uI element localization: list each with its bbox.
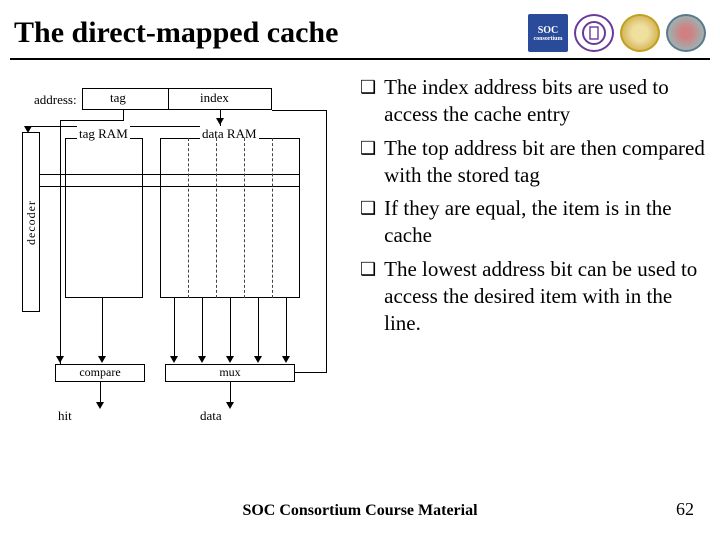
tag-field-label: tag (110, 90, 126, 106)
address-label: address: (34, 92, 77, 108)
tag-ram-block (65, 138, 143, 298)
index-field-label: index (200, 90, 229, 106)
footer-text: SOC Consortium Course Material (0, 502, 720, 520)
arrow-icon (170, 356, 178, 363)
soc-logo: SOCconsortium (528, 14, 568, 52)
compare-block: compare (55, 364, 145, 382)
arrow-icon (254, 356, 262, 363)
arrow-icon (98, 356, 106, 363)
arrow-icon (282, 356, 290, 363)
bullet-icon: ❑ (360, 74, 376, 129)
bullet-item: ❑The top address bit are then compared w… (360, 135, 710, 190)
decoder-block: decoder (22, 132, 40, 312)
arrow-icon (198, 356, 206, 363)
bullet-icon: ❑ (360, 195, 376, 250)
bullet-icon: ❑ (360, 135, 376, 190)
data-ram-label: data RAM (200, 126, 259, 142)
cache-diagram: address: tag index decoder tag RAM data … (10, 74, 350, 444)
teal-seal-logo (666, 14, 706, 52)
bullet-icon: ❑ (360, 256, 376, 338)
tag-ram-label: tag RAM (77, 126, 130, 142)
arrow-icon (96, 402, 104, 409)
yellow-seal-logo (620, 14, 660, 52)
logo-strip: SOCconsortium (528, 14, 706, 52)
page-number: 62 (676, 499, 694, 520)
bullet-list: ❑The index address bits are used to acce… (350, 74, 710, 460)
arrow-icon (226, 356, 234, 363)
arrow-icon (226, 402, 234, 409)
page-title: The direct-mapped cache (14, 16, 338, 50)
bullet-item: ❑The lowest address bit can be used to a… (360, 256, 710, 338)
data-output-label: data (200, 408, 222, 424)
hit-label: hit (58, 408, 72, 424)
bullet-item: ❑If they are equal, the item is in the c… (360, 195, 710, 250)
mux-block: mux (165, 364, 295, 382)
address-separator (168, 88, 169, 110)
purple-seal-logo (574, 14, 614, 52)
bullet-item: ❑The index address bits are used to acce… (360, 74, 710, 129)
arrow-icon (56, 356, 64, 363)
data-ram-block (160, 138, 300, 298)
